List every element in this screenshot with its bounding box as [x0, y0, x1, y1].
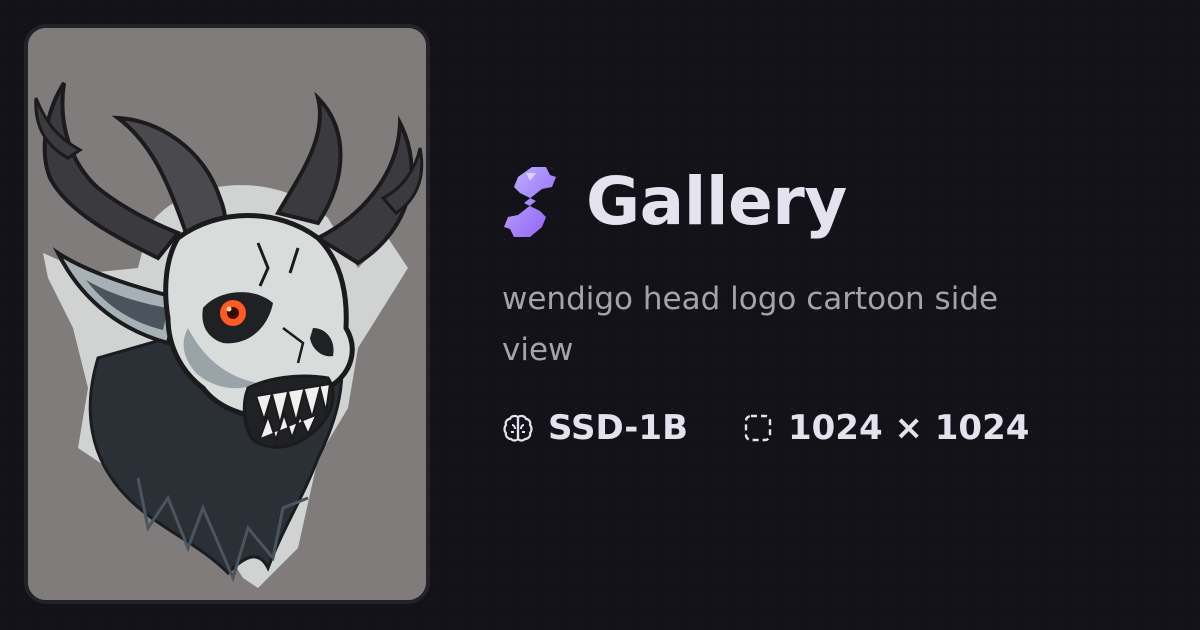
prompt-text: wendigo head logo cartoon side view — [502, 281, 999, 368]
info-panel: Gallery wendigo head logo cartoon side v… — [502, 160, 1162, 448]
dimensions-label: 1024 × 1024 — [787, 408, 1030, 448]
og-card: Gallery wendigo head logo cartoon side v… — [0, 0, 1200, 630]
wendigo-head-illustration — [28, 28, 426, 600]
gallery-logo-icon — [504, 167, 556, 237]
brain-icon — [503, 414, 533, 442]
dashed-square-icon — [744, 414, 772, 442]
model-label: SSD-1B — [548, 408, 688, 448]
meta-row: SSD-1B 1024 × 1024 — [502, 408, 1162, 448]
model-info: SSD-1B — [502, 411, 688, 445]
dimensions-info: 1024 × 1024 — [742, 411, 1029, 445]
generated-image — [24, 24, 430, 604]
title-row: Gallery — [502, 160, 1162, 244]
page-title: Gallery — [586, 163, 847, 240]
